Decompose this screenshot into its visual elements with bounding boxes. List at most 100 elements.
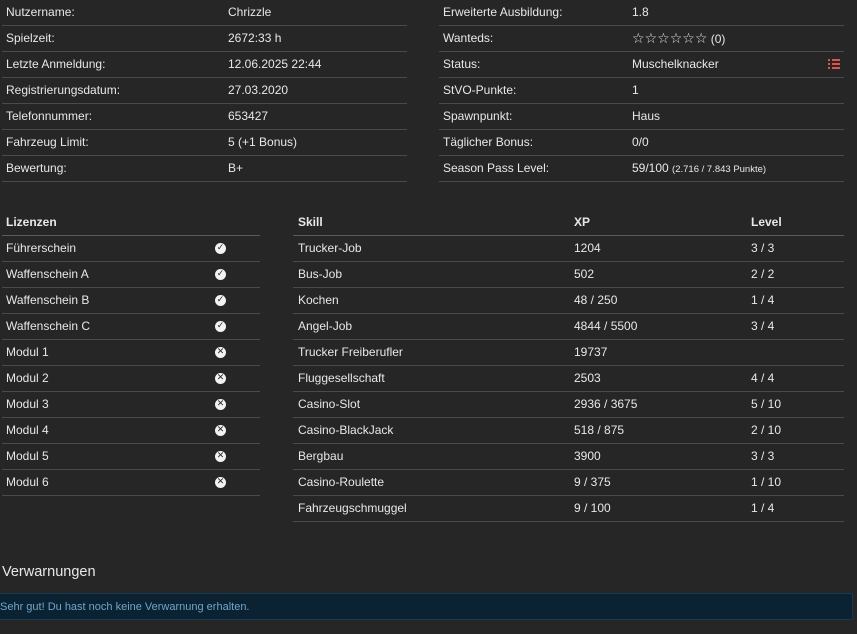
skill-name: Casino-Slot: [298, 397, 361, 411]
skill-row: Fahrzeugschmuggel 9 / 100 1 / 4: [293, 496, 844, 522]
skill-row: Angel-Job 4844 / 5500 3 / 4: [293, 314, 844, 340]
skill-xp: 4844 / 5500: [574, 319, 638, 333]
skill-row: Casino-Slot 2936 / 3675 5 / 10: [293, 392, 844, 418]
license-name: Modul 1: [6, 345, 49, 359]
info-value: Haus: [632, 109, 661, 123]
skill-name: Angel-Job: [298, 319, 353, 333]
skill-level: 5 / 10: [751, 397, 782, 411]
info-row-last-login: Letzte Anmeldung: 12.06.2025 22:44: [2, 52, 407, 78]
skill-row: Bus-Job 502 2 / 2: [293, 262, 844, 288]
season-level: 59/100: [632, 161, 669, 175]
skill-level: 4 / 4: [751, 371, 775, 385]
skill-name: Fahrzeugschmuggel: [298, 501, 407, 515]
license-name: Modul 6: [6, 475, 49, 489]
check-circle-icon: ✓: [215, 321, 226, 332]
info-label: Nutzername:: [6, 5, 75, 19]
check-circle-icon: ✓: [215, 243, 226, 254]
info-label: Season Pass Level:: [443, 161, 550, 175]
check-circle-icon: ✓: [215, 295, 226, 306]
wanted-stars: ☆☆☆☆☆☆ (0): [632, 26, 725, 52]
skill-name: Casino-BlackJack: [298, 423, 394, 437]
skill-xp: 9 / 375: [574, 475, 611, 489]
warnings-alert: Sehr gut! Du hast noch keine Verwarnung …: [0, 593, 853, 620]
info-row-phone: Telefonnummer: 653427: [2, 104, 407, 130]
skill-xp: 2503: [574, 371, 601, 385]
info-row-wanteds: Wanteds: ☆☆☆☆☆☆ (0): [439, 26, 844, 52]
info-value: 0/0: [632, 135, 649, 149]
info-value: 2672:33 h: [228, 31, 282, 45]
info-value: Chrizzle: [228, 5, 272, 19]
skill-xp: 48 / 250: [574, 293, 618, 307]
skill-row: Fluggesellschaft 2503 4 / 4: [293, 366, 844, 392]
license-name: Modul 5: [6, 449, 49, 463]
skill-name: Trucker Freiberufler: [298, 345, 403, 359]
info-label: Registrierungsdatum:: [6, 83, 121, 97]
license-name: Modul 4: [6, 423, 49, 437]
license-row: Waffenschein B ✓: [2, 288, 260, 314]
info-value: B+: [228, 161, 244, 175]
skills-table: Skill XP Level Trucker-Job 1204 3 / 3 Bus-J…: [293, 210, 844, 522]
star-empty-icon: ☆: [682, 30, 695, 46]
skills-header: Skill XP Level: [293, 210, 844, 236]
skill-row: Casino-BlackJack 518 / 875 2 / 10: [293, 418, 844, 444]
skill-name: Fluggesellschaft: [298, 371, 385, 385]
license-row: Modul 2 ✕: [2, 366, 260, 392]
star-empty-icon: ☆: [694, 30, 708, 46]
skill-name: Bus-Job: [298, 267, 343, 281]
list-icon[interactable]: [828, 59, 840, 69]
x-circle-icon: ✕: [215, 477, 226, 488]
x-circle-icon: ✕: [215, 399, 226, 410]
skill-level: 3 / 3: [751, 241, 775, 255]
info-row-daily-bonus: Täglicher Bonus: 0/0: [439, 130, 844, 156]
skill-xp: 9 / 100: [574, 501, 611, 515]
info-label: Wanteds:: [443, 31, 494, 45]
license-row: Modul 3 ✕: [2, 392, 260, 418]
skill-row: Bergbau 3900 3 / 3: [293, 444, 844, 470]
license-row: Modul 1 ✕: [2, 340, 260, 366]
license-row: Waffenschein A ✓: [2, 262, 260, 288]
warnings-message: Sehr gut! Du hast noch keine Verwarnung …: [0, 601, 250, 613]
info-row-vehicle-limit: Fahrzeug Limit: 5 (+1 Bonus): [2, 130, 407, 156]
x-circle-icon: ✕: [215, 451, 226, 462]
skill-name: Casino-Roulette: [298, 475, 385, 489]
license-name: Waffenschein B: [6, 293, 90, 307]
info-value: 27.03.2020: [228, 83, 289, 97]
info-row-training: Erweiterte Ausbildung: 1.8: [439, 0, 844, 26]
license-name: Waffenschein A: [6, 267, 89, 281]
skill-xp: 1204: [574, 241, 601, 255]
skill-level: 1 / 4: [751, 501, 775, 515]
license-row: Modul 5 ✕: [2, 444, 260, 470]
skill-row: Trucker-Job 1204 3 / 3: [293, 236, 844, 262]
skill-xp: 19737: [574, 345, 608, 359]
skill-name: Bergbau: [298, 449, 344, 463]
info-label: Telefonnummer:: [6, 109, 93, 123]
skill-level: 1 / 10: [751, 475, 782, 489]
x-circle-icon: ✕: [215, 425, 226, 436]
info-value: 1: [632, 83, 639, 97]
info-row-rating: Bewertung: B+: [2, 156, 407, 182]
info-label: StVO-Punkte:: [443, 83, 517, 97]
license-name: Waffenschein C: [6, 319, 91, 333]
license-name: Modul 3: [6, 397, 49, 411]
info-row-spawn: Spawnpunkt: Haus: [439, 104, 844, 130]
skill-level: 2 / 2: [751, 267, 775, 281]
info-value: Muschelknacker: [632, 57, 719, 71]
x-circle-icon: ✕: [215, 347, 226, 358]
x-circle-icon: ✕: [215, 373, 226, 384]
license-row: Waffenschein C ✓: [2, 314, 260, 340]
info-label: Spawnpunkt:: [443, 109, 513, 123]
skill-xp: 518 / 875: [574, 423, 625, 437]
info-row-stvo: StVO-Punkte: 1: [439, 78, 844, 104]
star-empty-icon: ☆: [657, 30, 670, 46]
skill-level: 3 / 4: [751, 319, 775, 333]
warnings-title: Verwarnungen: [2, 564, 96, 580]
player-profile-page: Nutzername: Chrizzle Spielzeit: 2672:33 …: [0, 0, 857, 634]
wanted-count: (0): [710, 32, 726, 46]
season-points: (2.716 / 7.843 Punkte): [672, 164, 767, 175]
info-value: 653427: [228, 109, 269, 123]
profile-info-left: Nutzername: Chrizzle Spielzeit: 2672:33 …: [2, 0, 407, 182]
star-empty-icon: ☆: [632, 30, 645, 46]
skill-name: Trucker-Job: [298, 241, 362, 255]
star-empty-icon: ☆: [644, 30, 658, 46]
skill-row: Trucker Freiberufler 19737: [293, 340, 844, 366]
